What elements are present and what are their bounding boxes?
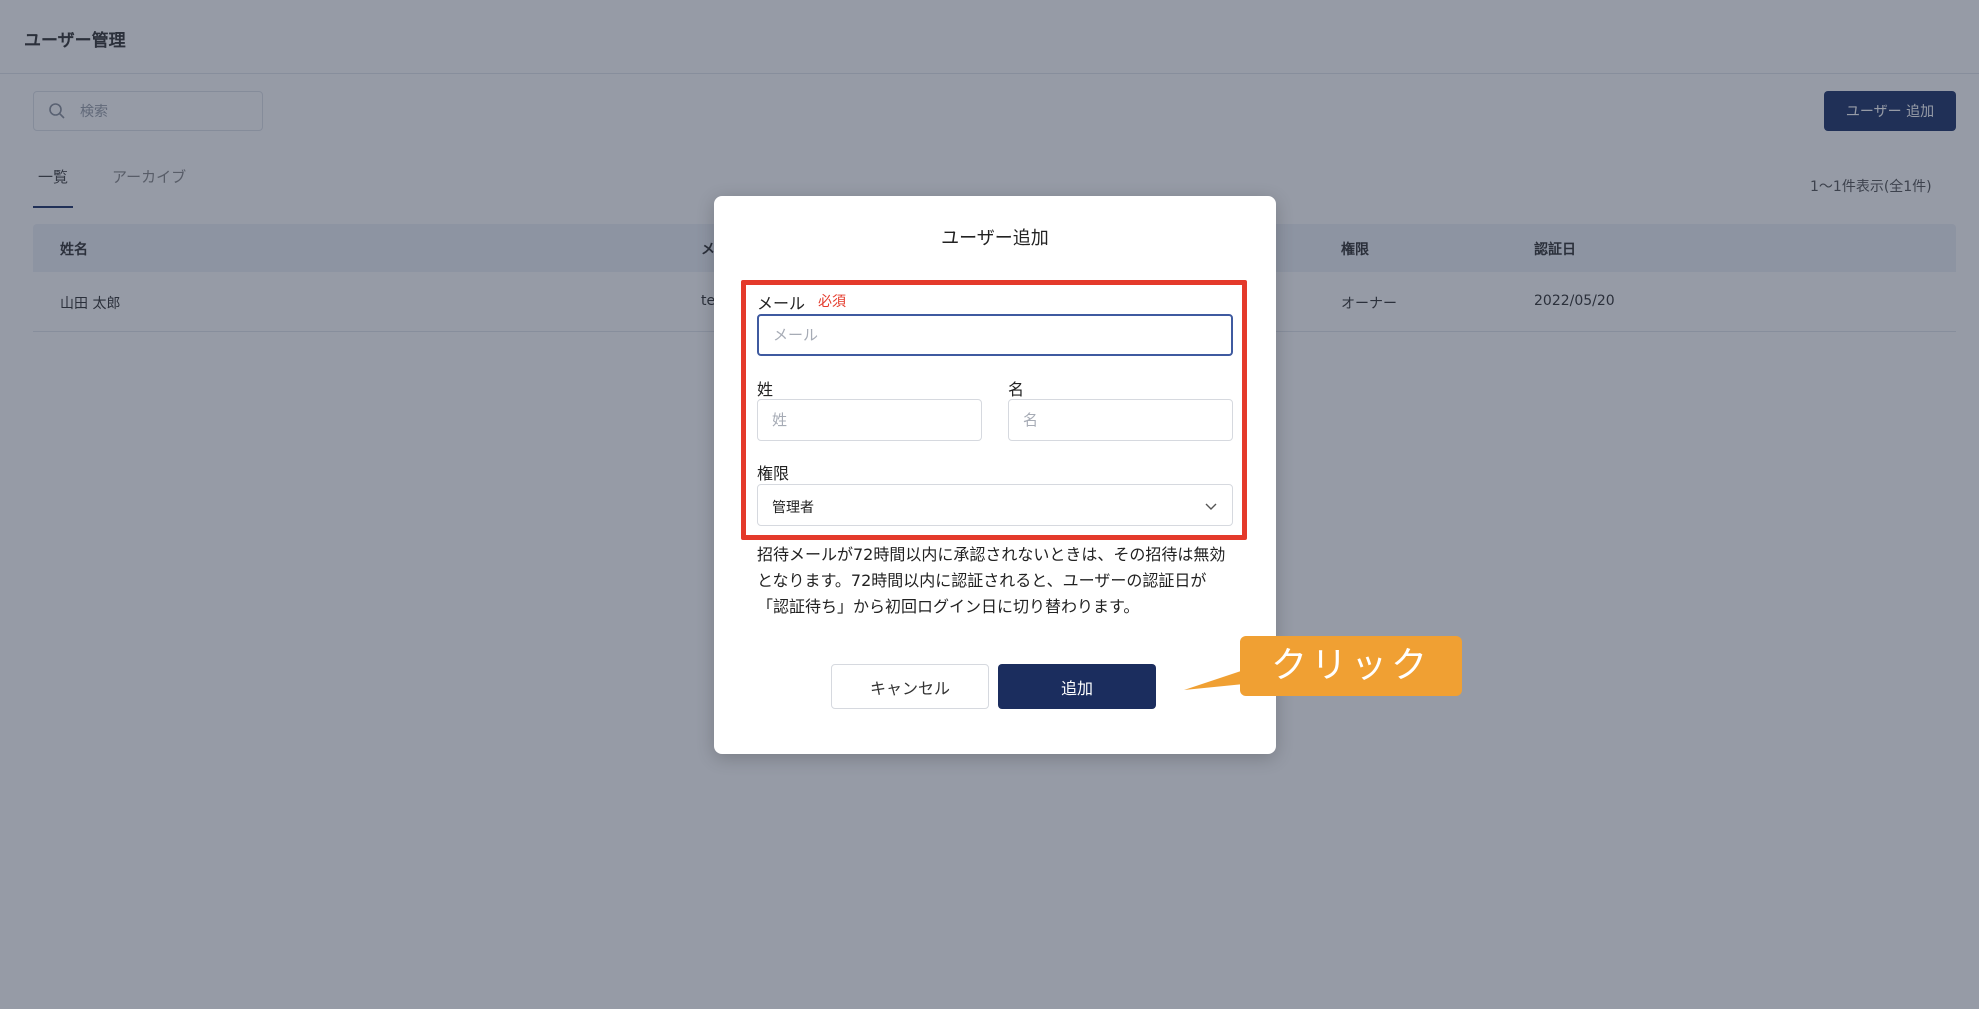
callout-pointer [1184,670,1244,690]
cancel-button[interactable]: キャンセル [831,664,989,709]
dialog-title: ユーザー追加 [941,228,1049,249]
role-label: 権限 [757,464,790,483]
email-input[interactable] [757,314,1233,356]
role-select[interactable]: 管理者 [757,484,1233,526]
chevron-down-icon [1205,503,1217,510]
required-badge: 必須 [818,294,846,310]
last-name-input[interactable] [757,399,982,441]
first-name-input[interactable] [1008,399,1233,441]
role-select-value: 管理者 [772,500,814,516]
add-button[interactable]: 追加 [998,664,1156,709]
email-label: メール [757,294,806,313]
invite-expiry-note: 招待メールが72時間以内に承認されないときは、その招待は無効となります。72時間… [757,545,1226,616]
click-callout: クリック [1240,636,1462,696]
last-name-label: 姓 [757,380,774,399]
first-name-label: 名 [1008,380,1025,399]
